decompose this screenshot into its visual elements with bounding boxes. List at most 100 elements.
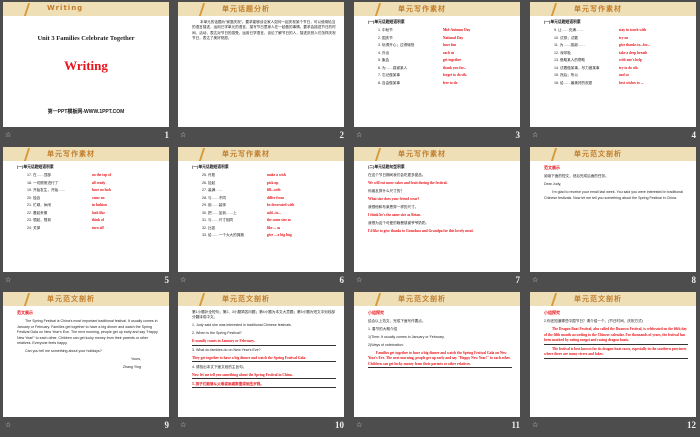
chinese-phrase-list: 1. 中秋节 2. 国庆节 3. 玩得开心；过得愉快 4. 外出 5. 聚会 6. 为……… xyxy=(368,28,443,88)
slide-header-title: 单元范文剖析 xyxy=(47,295,95,303)
slide-thumbnail[interactable]: 单元范文剖析第1小题补全短句；第2、3小题简答问题；第4小题为本文大意题；第5小… xyxy=(178,292,344,417)
chinese-phrase-list: 17. 在……顶部 18. 一切照常进行了 19. 开始发生，开始…… 20. 独自 2… xyxy=(17,173,92,233)
slide-thumbnail[interactable]: 单元写作素材 (一)单元话题短语积累 25. 许愿 26. 捡起 27. 装满…… 28.… xyxy=(178,147,344,272)
star-icon[interactable]: ☆ xyxy=(356,276,362,284)
slide-thumbnail[interactable]: 单元话题分析 本单元的话题为“家庭庆祝”。要求能够谈论家人如何一起庆祝某个节日，可… xyxy=(178,2,344,127)
slide-body: 范文展示 阅读下面的短文，然后完成后面的任务。 Dear Judy, I'm glad… xyxy=(544,165,688,204)
star-icon[interactable]: ☆ xyxy=(532,131,538,139)
slide-body: (一)单元话题短语积累 25. 许愿 26. 捡起 27. 装满…… 28. 与……不同… xyxy=(192,165,336,241)
slide-number: 5 xyxy=(164,275,170,285)
star-icon[interactable]: ☆ xyxy=(5,421,11,429)
slide-thumbnail[interactable]: 单元写作素材 (一)单元话题短语积累 9. 让……充满…… 10. 试穿；试戴 11. … xyxy=(530,2,696,127)
slide-number: 11 xyxy=(511,420,520,430)
slide-body: 第1小题补全短句；第2、3小题简答问题；第4小题为本文大意题；第5小题为短文中划… xyxy=(192,310,336,391)
star-icon[interactable]: ☆ xyxy=(532,421,538,429)
slide-thumbnail[interactable]: 单元写作素材 (一)单元话题短语积累 17. 在……顶部 18. 一切照常进行了 19.… xyxy=(3,147,169,272)
slide-thumbnail-cell: 单元写作素材 (一)单元话题短语积累 9. 让……充满…… 10. 试穿；试戴 11. … xyxy=(530,2,698,147)
slide-number: 1 xyxy=(164,130,170,140)
star-icon[interactable]: ☆ xyxy=(532,276,538,284)
slide-text: 我想他和布莱恩穿一样的尺寸。 xyxy=(368,205,419,210)
phrase-item-en: in fashion xyxy=(91,203,107,208)
slide-text: 2. When is the Spring Festival? xyxy=(192,331,242,336)
phrase-item-cn: 15. 然后；所以 xyxy=(554,73,578,78)
phrase-item-en: and so xyxy=(618,73,629,78)
slide-thumbnail-cell: Writing Unit 3 Families Celebrate Togethe… xyxy=(3,2,171,147)
phrase-item-cn: 3. 玩得开心；过得愉快 xyxy=(378,43,415,48)
slide-header-band: 单元范文剖析 xyxy=(530,292,696,306)
slide-thumbnail-cell: 单元范文剖析 范文展示 The Spring Festival is China's… xyxy=(3,292,171,437)
header-slash-decoration xyxy=(23,293,31,306)
slide-header-title: 单元范文剖析 xyxy=(398,295,446,303)
phrase-item-cn: 24. 关掉 xyxy=(27,225,41,230)
slide-number: 8 xyxy=(691,275,697,285)
header-slash-decoration xyxy=(198,3,206,16)
slide-body: (一)单元话题短语积累 17. 在……顶部 18. 一切照常进行了 19. 开始发生，… xyxy=(17,165,161,233)
star-icon[interactable]: ☆ xyxy=(180,421,186,429)
slide-body: 小组探究 2.你还知道哪些中国节日？请介绍一个。(节日时间、庆祝方式) The Dr… xyxy=(544,310,688,361)
phrase-item-en: like ... as xyxy=(266,225,281,230)
slide-thumbnail[interactable]: 单元范文剖析范文展示 阅读下面的短文，然后完成后面的任务。 Dear Judy, I'… xyxy=(530,147,696,272)
slide-header-title: 单元范文剖析 xyxy=(574,150,622,158)
slide-text: Can you tell me something about your hol… xyxy=(25,348,102,353)
chinese-phrase-list: 25. 许愿 26. 捡起 27. 装满…… 28. 与……不同 29. 用……装饰 30… xyxy=(192,173,267,241)
header-slash-decoration xyxy=(198,293,206,306)
star-icon[interactable]: ☆ xyxy=(356,131,362,139)
phrase-item-cn: 8. 自由做某事 xyxy=(378,80,400,85)
slide-thumbnail[interactable]: 单元范文剖析 范文展示 The Spring Festival is China's… xyxy=(3,292,169,417)
slide-heading: (一)单元话题短语积累 xyxy=(17,165,54,169)
slide-heading: (一)单元话题短语积累 xyxy=(192,165,229,169)
phrase-item-en: thank you for... xyxy=(442,65,467,70)
slide-number: 3 xyxy=(515,130,521,140)
slide-text: Yours, xyxy=(130,356,141,361)
phrase-item-cn: 29. 用……装饰 xyxy=(202,203,226,208)
slide-header-title: 单元写作素材 xyxy=(398,5,446,13)
phrase-item-cn: 17. 在……顶部 xyxy=(27,173,51,178)
slide-thumbnail[interactable]: 单元写作素材 (一)单元话题短语积累 1. 中秋节 2. 国庆节 3. 玩得开心；过得愉… xyxy=(354,2,520,127)
phrase-item-en: give ... a big hug xyxy=(266,233,292,238)
slide-text: I think he's the same size as Brian. xyxy=(368,212,421,217)
slide-header-title: 单元写作素材 xyxy=(47,150,95,158)
phrase-columns: 9. 让……充满…… 10. 试穿；试戴 11. 为……感谢…… 12. 深呼吸 13.… xyxy=(544,28,688,88)
star-icon[interactable]: ☆ xyxy=(180,131,186,139)
phrase-item-en: all ready xyxy=(91,180,106,185)
phrase-item-cn: 33. 给……一个大大的拥抱 xyxy=(202,233,244,238)
header-slash-decoration xyxy=(23,148,31,161)
phrase-item-en: come on xyxy=(91,195,105,200)
slide-thumbnail[interactable]: 单元写作素材 (二)单元话题句型积累 在这个节日期间我们会吃更多甜品。 We will… xyxy=(354,147,520,272)
star-icon[interactable]: ☆ xyxy=(180,276,186,284)
phrase-item-en: differ from xyxy=(266,195,284,200)
phrase-columns: 25. 许愿 26. 捡起 27. 装满…… 28. 与……不同 29. 用……装饰 30… xyxy=(192,173,336,241)
slide-number: 7 xyxy=(515,275,521,285)
slide-text: 2)Ways of celebration: xyxy=(368,343,404,348)
slide-heading: (二)单元话题句型积累 xyxy=(368,165,405,169)
slide-header-band: 单元写作素材 xyxy=(178,147,344,161)
slide-sorter: Writing Unit 3 Families Celebrate Togethe… xyxy=(0,0,700,431)
phrase-item-cn: 5. 聚会 xyxy=(378,58,390,63)
slide-header-band: 单元写作素材 xyxy=(354,147,520,161)
slide-thumbnail[interactable]: 单元范文剖析小组探究 2.你还知道哪些中国节日？请介绍一个。(节日时间、庆祝方式)… xyxy=(530,292,696,417)
slide-header-title: 单元范文剖析 xyxy=(222,295,270,303)
slide-text: 5. 孩子们能够从父母或亲戚那里得到压岁钱。 xyxy=(192,382,336,389)
slide-header-band: 单元范文剖析 xyxy=(530,147,696,161)
slide-thumbnail[interactable]: Writing Unit 3 Families Celebrate Togethe… xyxy=(3,2,169,127)
header-slash-decoration xyxy=(198,148,206,161)
slide-text: It usually comes in January or February. xyxy=(192,339,336,346)
slide-header-band: Writing xyxy=(3,2,169,16)
slide-text: 1. 春节的大概介绍 xyxy=(368,327,398,332)
slide-thumbnail[interactable]: 单元范文剖析 小组探究 结合以上范文，完成下面写作要点。 1. 春节的大概介绍 1)Ti… xyxy=(354,292,520,417)
slide-header-band: 单元范文剖析 xyxy=(178,292,344,306)
english-phrase-list: make a wish pick up fill...with differ from… xyxy=(267,173,336,241)
star-icon[interactable]: ☆ xyxy=(5,276,11,284)
slide-number: 10 xyxy=(335,420,344,430)
slide-text: 在这个节日期间我们会吃更多甜品。 xyxy=(368,173,426,178)
star-icon[interactable]: ☆ xyxy=(356,421,362,429)
header-slash-decoration xyxy=(374,3,382,16)
phrase-item-en: take a deep breath xyxy=(618,50,648,55)
star-icon[interactable]: ☆ xyxy=(5,131,11,139)
phrase-item-en: Mid-Autumn Day xyxy=(442,28,471,33)
phrase-item-cn: 1. 中秋节 xyxy=(378,28,393,33)
slide-body: (一)单元话题短语积累 9. 让……充满…… 10. 试穿；试戴 11. 为……感谢…… xyxy=(544,20,688,88)
slide-header-title: 单元写作素材 xyxy=(398,150,446,158)
slide-text: 我想为这个可爱的晚餐感谢爷爷奶奶。 xyxy=(368,220,430,225)
slide-header-band: 单元范文剖析 xyxy=(3,292,169,306)
